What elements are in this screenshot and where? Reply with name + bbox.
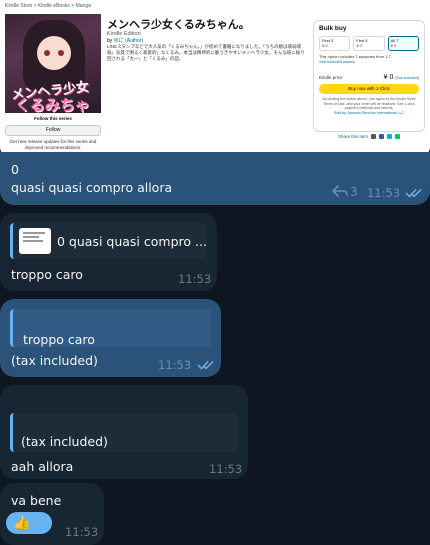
reaction-chip[interactable]: 👍 (6, 512, 52, 534)
message-time: 11:53 (367, 186, 401, 200)
quote-thumbnail (19, 228, 51, 254)
email-icon (371, 134, 377, 139)
included-issues-link[interactable]: See included issues (319, 59, 419, 64)
read-receipt-icon (197, 360, 214, 370)
line-icon (395, 134, 401, 139)
bulk-info: This option includes 7 episodes from 1-7… (319, 54, 419, 64)
bulk-option-first-3[interactable]: First 3 ¥ 0 (319, 36, 351, 51)
message-time: 11:53 (158, 358, 192, 372)
price-value: ¥ 0 (Tax included) (383, 74, 419, 81)
message-outgoing[interactable]: troppo caro (tax included) 11:53 (0, 299, 221, 377)
bulk-buy-title: Bulk buy (319, 25, 347, 32)
message-time: 11:53 (209, 462, 243, 476)
reply-quote[interactable]: (tax included) (10, 413, 238, 452)
message-text: 0 (11, 162, 19, 177)
twitter-icon (387, 134, 393, 139)
message-text: (tax included) (11, 353, 98, 368)
terms-text: By clicking the button above, you agree … (322, 97, 416, 115)
book-cover: メンヘラ少女 くるみちゃん。 (5, 14, 101, 113)
message-text: va bene (11, 493, 62, 508)
quote-text: (tax included) (21, 434, 108, 449)
message-incoming[interactable]: 0 quasi quasi compro ... troppo caro 11:… (0, 213, 217, 291)
message-outgoing[interactable]: 0 quasi quasi compro allora 3 11:53 (0, 152, 430, 205)
bulk-buy-box: Bulk buy First 3 ¥ 0 First 5 ¥ 0 All 7 ¥… (313, 20, 425, 132)
breadcrumb: Kindle Store > Kindle eBooks > Manga (5, 3, 91, 9)
price-label: Kindle price (319, 75, 343, 80)
book-description: LINEスタンプなどで大人気の「くるみちゃん。」が初めて書籍になりました。「うち… (107, 44, 305, 62)
cover-title-2: くるみちゃん。 (15, 97, 90, 113)
book-author: by ゆに (Author) (107, 38, 144, 44)
follow-button[interactable]: Follow (5, 125, 101, 136)
thumbs-up-icon: 👍 (13, 515, 31, 531)
follow-series-label: Follow this series (34, 116, 72, 121)
read-receipt-icon (405, 188, 422, 198)
bulk-option-all-7[interactable]: All 7 ¥ 0 (387, 36, 419, 51)
share-row[interactable]: Share this item (338, 134, 401, 139)
facebook-icon (379, 134, 385, 139)
book-title: メンヘラ少女くるみちゃん。 (107, 19, 250, 31)
reply-count[interactable]: 3 (350, 185, 358, 199)
message-incoming[interactable]: (tax included) aah allora 11:53 (0, 385, 248, 479)
follow-note: Get new release updates for this series … (9, 139, 97, 150)
quote-text: 0 quasi quasi compro ... (57, 234, 207, 249)
bulk-option-first-5[interactable]: First 5 ¥ 0 (353, 36, 385, 51)
message-text: aah allora (11, 459, 74, 474)
message-text: troppo caro (11, 267, 83, 282)
quote-text: troppo caro (23, 332, 95, 347)
reply-quote[interactable]: 0 quasi quasi compro ... (10, 223, 207, 259)
message-time: 11:53 (65, 525, 99, 539)
message-incoming[interactable]: va bene 👍 11:53 (0, 483, 104, 545)
reply-quote[interactable]: troppo caro (10, 309, 211, 347)
kindle-preview-image[interactable]: Kindle Store > Kindle eBooks > Manga メンヘ… (0, 0, 430, 157)
message-text: quasi quasi compro allora (11, 180, 173, 195)
buy-now-button[interactable]: Buy now with 1-Click (319, 84, 419, 94)
reply-icon[interactable] (332, 185, 348, 197)
message-time: 11:53 (178, 272, 212, 286)
